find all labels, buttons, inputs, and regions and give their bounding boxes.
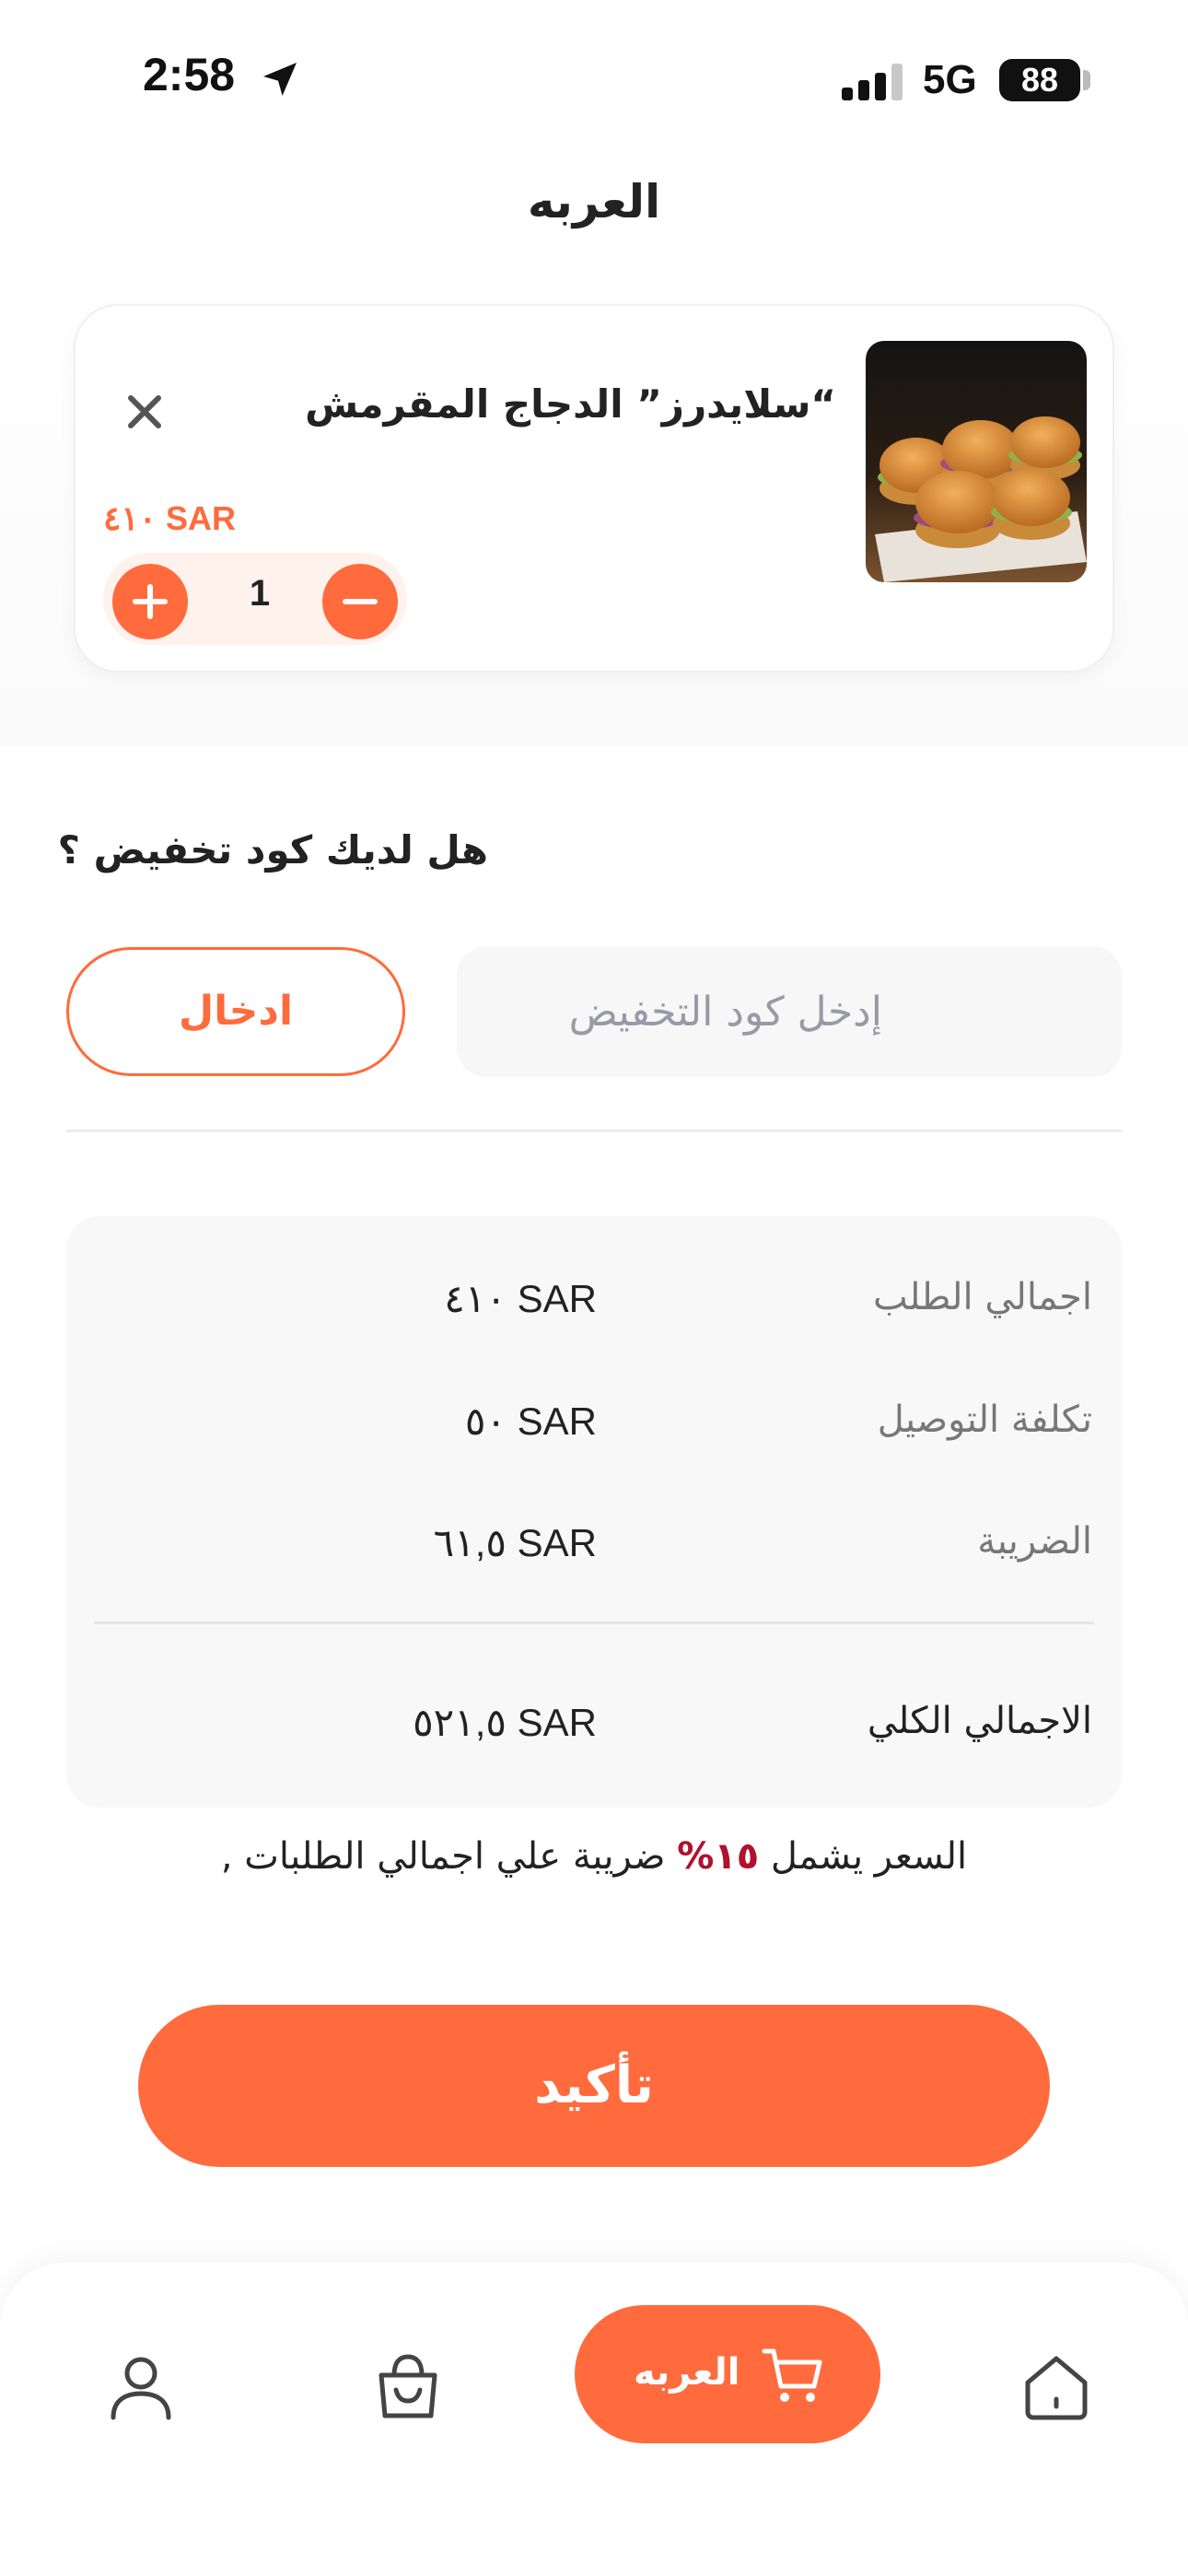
increase-quantity-button[interactable]: [112, 564, 188, 639]
tax-note-suffix: ضريبة علي اجمالي الطلبات ,: [220, 1835, 666, 1878]
grand-total-row: الاجمالي الكلي ٥٢١,٥ SAR: [66, 1691, 1122, 1755]
discount-code-input[interactable]: [457, 946, 1122, 1077]
order-summary: اجمالي الطلب ٤١٠ SAR تكلفة التوصيل ٥٠ SA…: [66, 1216, 1122, 1808]
quantity-value: 1: [249, 573, 271, 614]
grand-total-label: الاجمالي الكلي: [867, 1700, 1092, 1742]
battery-tip: [1083, 70, 1090, 90]
delivery-row: تكلفة التوصيل ٥٠ SAR: [66, 1389, 1122, 1454]
item-image: [866, 341, 1087, 582]
tax-row: الضريبة ٦١,٥ SAR: [66, 1511, 1122, 1575]
divider: [66, 1130, 1122, 1132]
delivery-label: تكلفة التوصيل: [877, 1399, 1092, 1441]
signal-icon: [842, 64, 903, 100]
minus-icon: [343, 599, 378, 604]
tax-note: السعر يشمل ١٥% ضريبة علي اجمالي الطلبات …: [0, 1835, 1188, 1878]
apply-discount-button[interactable]: ادخال: [66, 947, 405, 1076]
confirm-button[interactable]: تأكيد: [138, 2005, 1050, 2167]
tax-note-prefix: السعر يشمل: [770, 1835, 968, 1878]
status-bar: 2:58 5G 88: [0, 0, 1188, 157]
tax-value: ٦١,٥ SAR: [433, 1521, 597, 1564]
order-total-label: اجمالي الطلب: [872, 1276, 1092, 1318]
nav-profile[interactable]: [99, 2346, 182, 2429]
nav-cart-label: العربه: [634, 2351, 740, 2394]
order-total-value: ٤١٠ SAR: [444, 1277, 597, 1320]
network-type: 5G: [923, 57, 977, 102]
delivery-value: ٥٠ SAR: [464, 1399, 597, 1443]
profile-icon: [111, 2357, 171, 2420]
item-name: “سلايدرز” الدجاج المقرمش: [305, 381, 836, 427]
status-time: 2:58: [143, 49, 236, 100]
bottom-nav: العربه: [0, 2263, 1188, 2576]
grand-total-value: ٥٢١,٥ SAR: [413, 1701, 597, 1744]
tax-label: الضريبة: [977, 1520, 1092, 1563]
decrease-quantity-button[interactable]: [322, 564, 398, 639]
plus-icon: [133, 584, 168, 619]
tax-note-percent: ١٥%: [677, 1835, 760, 1878]
item-price: ٤١٠ SAR: [103, 499, 237, 537]
nav-orders[interactable]: [367, 2346, 449, 2429]
home-icon: [1025, 2356, 1088, 2420]
battery-level: 88: [999, 59, 1080, 101]
page-title: العربه: [527, 175, 661, 228]
order-total-row: اجمالي الطلب ٤١٠ SAR: [66, 1267, 1122, 1331]
cart-section: “سلايدرز” الدجاج المقرمش ٤١٠ SAR 1: [0, 276, 1188, 746]
cart-icon: [762, 2348, 822, 2402]
shopping-bag-icon: [379, 2354, 437, 2418]
location-arrow-icon: [263, 63, 297, 96]
quantity-stepper: 1: [103, 553, 407, 645]
cart-item-card: “سلايدرز” الدجاج المقرمش ٤١٠ SAR 1: [74, 304, 1114, 673]
nav-cart[interactable]: العربه: [575, 2305, 880, 2443]
nav-home[interactable]: [1015, 2346, 1098, 2429]
discount-title: هل لديك كود تخفيض ؟: [57, 827, 488, 872]
close-icon[interactable]: [112, 380, 177, 444]
summary-divider: [94, 1622, 1094, 1624]
